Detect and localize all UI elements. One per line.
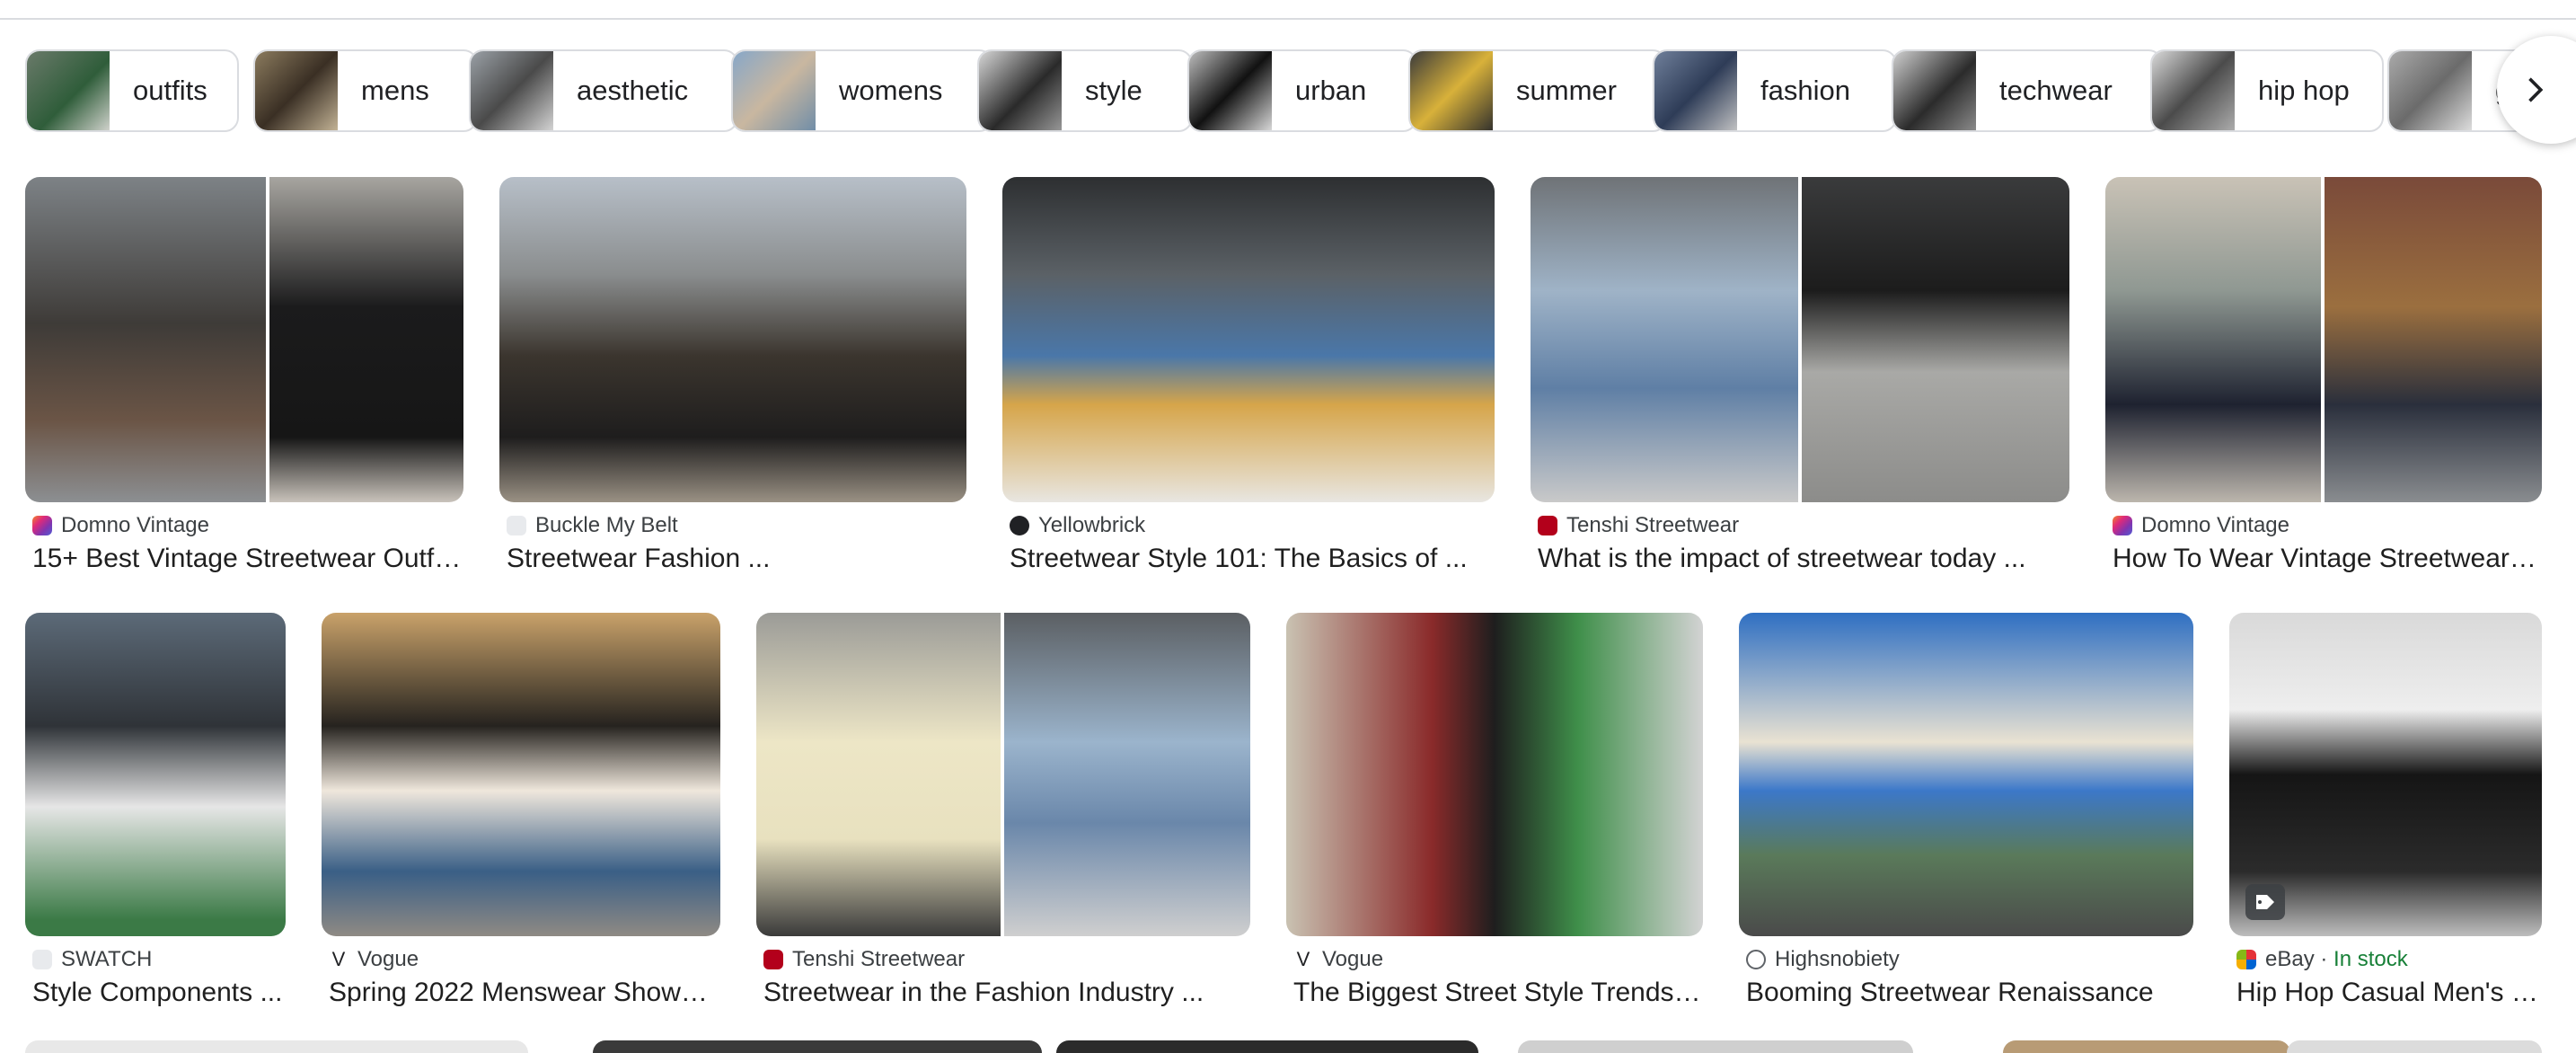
result-source: Vogue: [357, 947, 419, 971]
vogue-logo-icon: V: [329, 950, 348, 969]
result-title[interactable]: Hip Hop Casual Men's S...: [2236, 978, 2542, 1008]
image-result[interactable]: Yellowbrick Streetwear Style 101: The Ba…: [1002, 177, 1496, 574]
chip-womens[interactable]: womens: [731, 49, 993, 132]
ebay-logo-icon: [2236, 950, 2256, 969]
result-source: Domno Vintage: [2141, 513, 2289, 537]
result-title[interactable]: The Biggest Street Style Trends o...: [1293, 978, 1705, 1008]
chip-style[interactable]: style: [977, 49, 1193, 132]
chip-label: urban: [1295, 75, 1367, 106]
buckle-my-belt-logo-icon: [507, 516, 526, 535]
result-source: Vogue: [1322, 947, 1384, 971]
image-result[interactable]: V Vogue The Biggest Street Style Trends …: [1286, 613, 1705, 1008]
result-source: Tenshi Streetwear: [792, 947, 966, 971]
image-result[interactable]: V Vogue Spring 2022 Menswear Shows i...: [322, 613, 720, 1008]
stock-status: In stock: [2333, 947, 2408, 971]
result-source: SWATCH: [61, 947, 153, 971]
chip-thumbnail: [2152, 51, 2235, 130]
result-image[interactable]: [2229, 613, 2542, 936]
tag-icon: [2256, 895, 2274, 909]
chip-label: hip hop: [2258, 75, 2350, 106]
instagram-icon: [32, 516, 52, 535]
chip-urban[interactable]: urban: [1187, 49, 1417, 132]
swatch-logo-icon: [32, 950, 52, 969]
shopping-tag-badge: [2245, 884, 2285, 920]
result-title[interactable]: Streetwear Fashion ...: [507, 544, 968, 574]
result-image[interactable]: [1286, 613, 1703, 936]
result-source: Highsnobiety: [1775, 947, 1900, 971]
image-result[interactable]: Tenshi Streetwear What is the impact of …: [1531, 177, 2069, 574]
result-title[interactable]: Booming Streetwear Renaissance: [1746, 978, 2195, 1008]
yellowbrick-logo-icon: [1010, 516, 1029, 535]
result-source: Domno Vintage: [61, 513, 209, 537]
result-title[interactable]: Style Components ...: [32, 978, 286, 1008]
tenshi-logo-icon: [1538, 516, 1557, 535]
chip-label: style: [1085, 75, 1142, 106]
tenshi-logo-icon: [763, 950, 783, 969]
image-result[interactable]: Buckle My Belt Streetwear Fashion ...: [499, 177, 968, 574]
result-title[interactable]: Spring 2022 Menswear Shows i...: [329, 978, 720, 1008]
result-title[interactable]: What is the impact of streetwear today .…: [1538, 544, 2069, 574]
chip-thumbnail: [1893, 51, 1976, 130]
chip-thumbnail: [255, 51, 338, 130]
chevron-right-icon: [2528, 77, 2544, 102]
chip-thumbnail: [1189, 51, 1272, 130]
chip-aesthetic[interactable]: aesthetic: [469, 49, 738, 132]
result-source: Buckle My Belt: [535, 513, 678, 537]
result-image[interactable]: [2105, 177, 2542, 502]
chip-fashion[interactable]: fashion: [1653, 49, 1897, 132]
chip-mens[interactable]: mens: [253, 49, 478, 132]
chip-thumbnail: [471, 51, 553, 130]
image-result[interactable]: Highsnobiety Booming Streetwear Renaissa…: [1739, 613, 2195, 1008]
result-title[interactable]: 15+ Best Vintage Streetwear Outfit...: [32, 544, 465, 574]
chip-thumbnail: [27, 51, 110, 130]
result-source: eBay: [2265, 947, 2315, 971]
chip-thumbnail: [1654, 51, 1737, 130]
chip-label: mens: [361, 75, 429, 106]
chip-thumbnail: [733, 51, 816, 130]
chip-label: summer: [1516, 75, 1617, 106]
source-separator: ·: [2314, 947, 2334, 971]
image-result[interactable]: eBay · In stock Hip Hop Casual Men's S..…: [2229, 613, 2542, 1008]
result-title[interactable]: Streetwear in the Fashion Industry ...: [763, 978, 1252, 1008]
chip-label: aesthetic: [577, 75, 689, 106]
result-image[interactable]: [25, 613, 286, 936]
result-title[interactable]: How To Wear Vintage Streetwear I...: [2113, 544, 2544, 574]
result-image[interactable]: [322, 613, 720, 936]
highsnobiety-logo-icon: [1746, 950, 1766, 969]
chip-thumbnail: [2389, 51, 2472, 130]
chip-label: womens: [839, 75, 943, 106]
chip-hip-hop[interactable]: hip hop: [2150, 49, 2384, 132]
image-result[interactable]: SWATCH Style Components ...: [25, 613, 287, 1008]
chip-thumbnail: [1410, 51, 1493, 130]
result-image[interactable]: [1002, 177, 1495, 502]
chip-label: outfits: [133, 75, 207, 106]
result-source: Tenshi Streetwear: [1566, 513, 1740, 537]
result-image[interactable]: [25, 177, 463, 502]
instagram-icon: [2113, 516, 2132, 535]
image-result[interactable]: Domno Vintage How To Wear Vintage Street…: [2105, 177, 2544, 574]
chip-label: fashion: [1760, 75, 1850, 106]
result-image[interactable]: [756, 613, 1250, 936]
chip-label: techwear: [1999, 75, 2113, 106]
image-result[interactable]: Domno Vintage 15+ Best Vintage Streetwea…: [25, 177, 465, 574]
image-result[interactable]: Tenshi Streetwear Streetwear in the Fash…: [756, 613, 1252, 1008]
result-image[interactable]: [1739, 613, 2193, 936]
result-image[interactable]: [1531, 177, 2069, 502]
related-searches-chips: outfits mens aesthetic womens style urba…: [25, 49, 2576, 136]
next-row-preview: [0, 1040, 2576, 1053]
result-source: Yellowbrick: [1038, 513, 1146, 537]
chip-summer[interactable]: summer: [1408, 49, 1667, 132]
chip-outfits[interactable]: outfits: [25, 49, 239, 132]
top-divider: [0, 0, 2576, 20]
chip-techwear[interactable]: techwear: [1892, 49, 2163, 132]
result-title[interactable]: Streetwear Style 101: The Basics of ...: [1010, 544, 1496, 574]
vogue-logo-icon: V: [1293, 950, 1313, 969]
result-image[interactable]: [499, 177, 966, 502]
chip-thumbnail: [979, 51, 1062, 130]
